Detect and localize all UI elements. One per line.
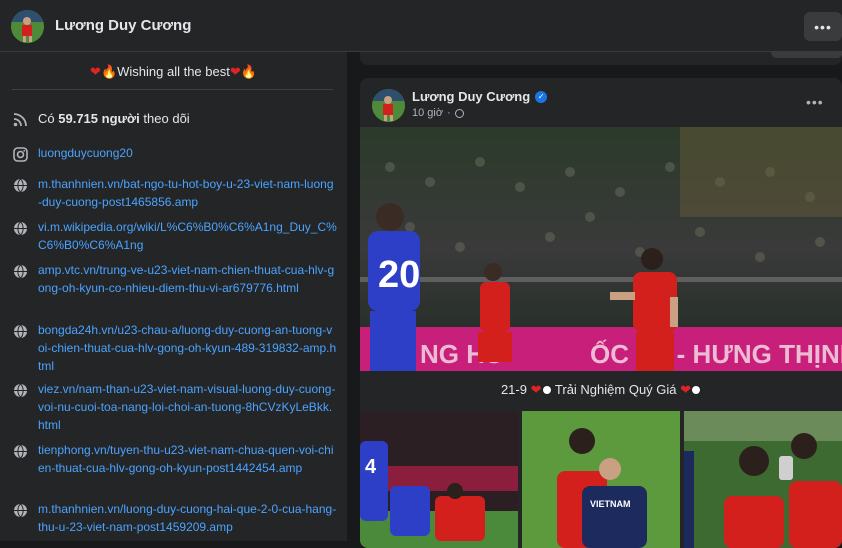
instagram-icon xyxy=(12,146,28,162)
meta-separator: · xyxy=(447,107,451,119)
feed: Lương Duy Cương ✓ 10 giờ · ••• NG HỮ ỐC … xyxy=(347,48,842,548)
instagram-row: luongduycuong20 xyxy=(12,146,337,162)
globe-icon xyxy=(12,263,28,279)
bio: ❤🔥Wishing all the best❤🔥 xyxy=(0,64,347,80)
jersey-number: 20 xyxy=(378,254,420,296)
caption-text: Trải Nghiệm Quý Giá xyxy=(554,382,677,397)
website-link[interactable]: amp.vtc.vn/trung-ve-u23-viet-nam-chien-t… xyxy=(38,261,337,297)
post-options-button[interactable]: ••• xyxy=(806,94,824,110)
heart-icon: ❤ xyxy=(530,382,542,397)
website-link[interactable]: tienphong.vn/tuyen-thu-u23-viet-nam-chua… xyxy=(38,441,337,477)
shirt-text: VIETNAM xyxy=(590,499,631,509)
link-row: tienphong.vn/tuyen-thu-u23-viet-nam-chua… xyxy=(12,443,337,477)
website-link[interactable]: m.thanhnien.vn/bat-ngo-tu-hot-boy-u-23-v… xyxy=(38,175,337,211)
link-row: amp.vtc.vn/trung-ve-u23-viet-nam-chien-t… xyxy=(12,263,337,297)
link-row: viez.vn/nam-than-u23-viet-nam-visual-luo… xyxy=(12,382,337,434)
soccer-ball-icon xyxy=(691,385,702,395)
rss-icon xyxy=(12,111,28,127)
followers-text: Có 59.715 người theo dõi xyxy=(38,109,190,129)
heart-icon: ❤ xyxy=(90,64,101,79)
heart-icon: ❤ xyxy=(229,64,241,79)
post-author-avatar[interactable] xyxy=(372,89,405,122)
followers-row: Có 59.715 người theo dõi xyxy=(12,111,337,129)
post-photo-thumbnail[interactable]: 4 xyxy=(360,411,518,548)
post-photo-thumbnail[interactable] xyxy=(684,411,842,548)
profile-avatar[interactable] xyxy=(11,10,44,43)
globe-icon xyxy=(12,220,28,236)
caption-date: 21-9 xyxy=(500,382,527,397)
photo-grid: 4 VIETNAM xyxy=(360,411,842,548)
profile-header: Lương Duy Cương ••• xyxy=(0,0,842,52)
profile-name[interactable]: Lương Duy Cương xyxy=(55,17,191,34)
post-card: Lương Duy Cương ✓ 10 giờ · ••• NG HỮ ỐC … xyxy=(360,78,842,548)
banner-text: ỐC TẾ - HƯNG THỊNH 2022 xyxy=(590,339,842,369)
website-link[interactable]: viez.vn/nam-than-u23-viet-nam-visual-luo… xyxy=(38,380,337,434)
post-time[interactable]: 10 giờ xyxy=(412,107,443,119)
divider xyxy=(12,89,333,90)
link-row: m.thanhnien.vn/luong-duy-cuong-hai-que-2… xyxy=(12,502,337,536)
link-row: m.thanhnien.vn/bat-ngo-tu-hot-boy-u-23-v… xyxy=(12,177,337,211)
followers-prefix: Có xyxy=(38,111,55,126)
post-author[interactable]: Lương Duy Cương ✓ xyxy=(412,89,548,104)
followers-count: 59.715 xyxy=(58,111,99,126)
bio-text: Wishing all the best xyxy=(117,64,230,79)
heart-icon: ❤ xyxy=(680,382,692,397)
soccer-ball-icon xyxy=(541,385,552,395)
globe-icon xyxy=(12,177,28,193)
more-options-button[interactable]: ••• xyxy=(804,12,842,41)
post-main-photo[interactable]: NG HỮ ỐC TẾ - HƯNG THỊNH 2022 20 xyxy=(360,127,842,371)
fire-icon: 🔥 xyxy=(100,64,118,79)
fire-icon: 🔥 xyxy=(240,64,257,79)
post-meta: 10 giờ · xyxy=(412,107,464,119)
website-link[interactable]: m.thanhnien.vn/luong-duy-cuong-hai-que-2… xyxy=(38,500,337,536)
globe-icon xyxy=(12,382,28,398)
instagram-link[interactable]: luongduycuong20 xyxy=(38,144,133,162)
jersey-number-thumb: 4 xyxy=(365,456,377,478)
followers-suffix: theo dõi xyxy=(143,111,190,126)
globe-icon xyxy=(12,502,28,518)
globe-icon xyxy=(12,323,28,339)
website-link[interactable]: bongda24h.vn/u23-chau-a/luong-duy-cuong-… xyxy=(38,321,337,375)
intro-panel: ❤🔥Wishing all the best❤🔥 Có 59.715 người… xyxy=(0,52,347,541)
public-audience-icon[interactable] xyxy=(454,108,464,118)
link-row: bongda24h.vn/u23-chau-a/luong-duy-cuong-… xyxy=(12,323,337,375)
globe-icon xyxy=(12,443,28,459)
followers-people: người xyxy=(101,111,140,126)
post-author-name[interactable]: Lương Duy Cương xyxy=(412,89,530,104)
post-photo-thumbnail[interactable]: VIETNAM xyxy=(522,411,680,548)
verified-badge-icon: ✓ xyxy=(535,90,548,103)
link-row: vi.m.wikipedia.org/wiki/L%C6%B0%C6%A1ng_… xyxy=(12,220,337,254)
website-link[interactable]: vi.m.wikipedia.org/wiki/L%C6%B0%C6%A1ng_… xyxy=(38,218,337,254)
post-caption: 21-9 ❤ Trải Nghiệm Quý Giá ❤ xyxy=(360,382,842,398)
